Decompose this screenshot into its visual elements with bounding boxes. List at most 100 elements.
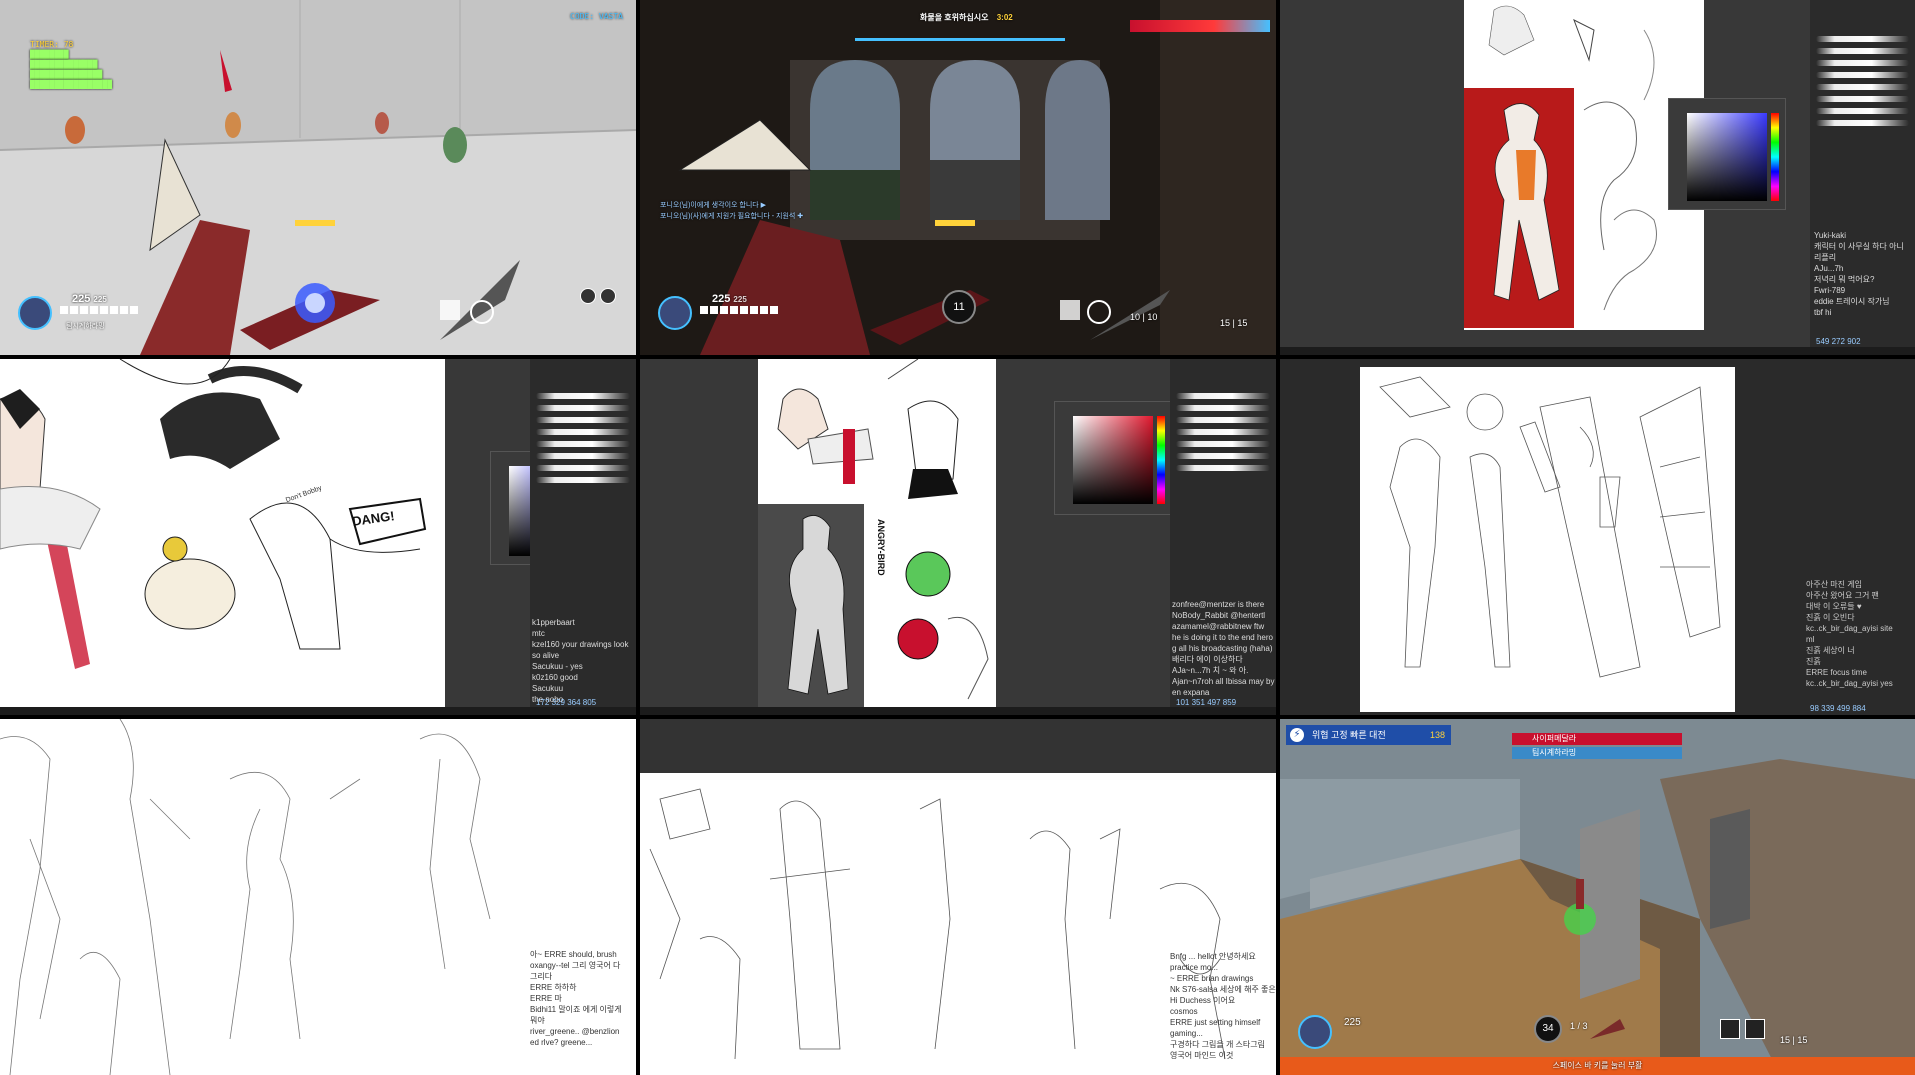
chat-line: 구경하다 그림을 개 스타그림	[1170, 1040, 1265, 1049]
mode-label: 위협 고정 빠른 대전	[1312, 730, 1386, 740]
ability-icon	[1087, 300, 1111, 324]
brush-stroke[interactable]	[536, 453, 630, 459]
brush-stroke[interactable]	[1816, 60, 1909, 66]
brush-stroke[interactable]	[1176, 417, 1270, 423]
chat-line: ERRE 하하하	[530, 983, 577, 992]
brush-stroke[interactable]	[1176, 405, 1270, 411]
chat-line: 아~ ERRE should, brush	[530, 950, 617, 959]
chat-line: 진흙 이 오빈다	[1806, 613, 1855, 622]
tile-character-sketches: Bnfg ... hellot 안녕하세요 practice mo... ~ E…	[640, 719, 1276, 1075]
color-field[interactable]	[1687, 113, 1767, 201]
count-value: 101	[1176, 698, 1190, 707]
team-score-bar	[1130, 20, 1270, 32]
chat-line: ed rlve? greene...	[530, 1038, 593, 1047]
count-value: 339	[1821, 704, 1835, 713]
bolt-icon: ⚡	[1290, 728, 1304, 742]
brush-stroke[interactable]	[536, 465, 630, 471]
chat-line: ~ ERRE brian drawings	[1170, 974, 1254, 983]
health-readout: 225 225	[72, 293, 107, 305]
chat-line: AJa~n...7h 치 ~ 와 아.	[1172, 666, 1249, 675]
status-bar	[0, 707, 636, 715]
brush-stroke[interactable]	[536, 429, 630, 435]
brush-panel: k1pperbaart mtc kzel160 your drawings lo…	[530, 359, 636, 707]
health-readout: 225 225	[712, 293, 747, 305]
count-value: 98	[1810, 704, 1819, 713]
chat-line: k1pperbaart	[532, 618, 575, 627]
viewer-counts: 98 339 499 884	[1810, 703, 1866, 714]
health-value: 225	[712, 293, 731, 305]
hue-slider[interactable]	[1771, 113, 1779, 201]
viewer-counts: 549 272 902	[1816, 336, 1861, 347]
tile-game-spectate: 위협 고정 빠른 대전 138 ⚡ 사이퍼메달라 팀시계하라밍 225 34 1…	[1280, 719, 1915, 1075]
chat-line: zonfree@mentzer is there	[1172, 600, 1265, 609]
hero-portrait	[1298, 1015, 1332, 1049]
hero-portrait	[18, 296, 52, 330]
count-value: 499	[1836, 704, 1851, 713]
color-picker-panel[interactable]	[1668, 98, 1786, 210]
spectate-scene	[1280, 719, 1915, 1075]
canvas: ANGRY-BIRD	[758, 359, 996, 707]
brush-stroke[interactable]	[1816, 36, 1909, 42]
brush-stroke[interactable]	[1816, 84, 1909, 90]
team-red-bar: 사이퍼메달라	[1512, 733, 1682, 745]
health-bar	[700, 306, 780, 314]
count-value: 351	[1191, 698, 1205, 707]
brush-stroke[interactable]	[536, 393, 630, 399]
stream-multiview-grid: TIMER: 78 ████████ ██████████████ ██████…	[0, 0, 1915, 1075]
brush-stroke[interactable]	[1816, 120, 1909, 126]
stream-chat: k1pperbaart mtc kzel160 your drawings lo…	[532, 617, 636, 705]
chat-line: NoBody_Rabbit @hentertl	[1172, 611, 1266, 620]
brush-stroke[interactable]	[1816, 108, 1909, 114]
brush-stroke[interactable]	[1176, 393, 1270, 399]
chat-line: Hi Duchess 이어요	[1170, 996, 1236, 1005]
brush-stroke[interactable]	[536, 441, 630, 447]
chat-line: 아주산 왔어요 그거 팬	[1806, 591, 1879, 600]
health-max: 225	[733, 295, 747, 304]
hue-slider[interactable]	[1157, 416, 1165, 504]
team-blue-bar: 팀시계하라밍	[1512, 747, 1682, 759]
count-value: 902	[1847, 337, 1861, 346]
tile-figure-sketches: 아~ ERRE should, brush oxangy--tel 그리 영국어…	[0, 719, 636, 1075]
chat-line: 뭐야	[530, 1016, 545, 1025]
brush-stroke[interactable]	[1816, 72, 1909, 78]
match-timer: 3:02	[996, 13, 1013, 22]
brush-panel: zonfree@mentzer is there NoBody_Rabbit @…	[1170, 359, 1276, 707]
ability-icon	[440, 300, 460, 320]
brush-stroke[interactable]	[1176, 453, 1270, 459]
chat-line: oxangy--tel 그리 영국어 다	[530, 961, 621, 970]
brush-stroke[interactable]	[1816, 48, 1909, 54]
health-value: 225	[72, 293, 91, 305]
stream-chat: zonfree@mentzer is there NoBody_Rabbit @…	[1172, 599, 1276, 698]
code-label: CODE: VASTA	[570, 12, 623, 21]
brush-stroke[interactable]	[1816, 96, 1909, 102]
chat-line: kc..ck_bir_dag_ayisi yes	[1806, 679, 1893, 688]
color-picker-panel[interactable]	[1054, 401, 1174, 515]
chat-line: ERRE focus time	[1806, 668, 1867, 677]
tile-art-app-red-picker: ANGRY-BIRD zonfree@mentzer is there NoBo…	[640, 359, 1276, 715]
ammo-counter: 15 | 15	[1220, 318, 1248, 328]
brush-stroke[interactable]	[536, 477, 630, 483]
hero-portrait	[658, 296, 692, 330]
ability-icon	[1720, 1019, 1740, 1039]
chat-line: 저녁리 뭐 먹어요?	[1814, 275, 1875, 284]
chat-line: gaming...	[1170, 1029, 1203, 1038]
brush-stroke[interactable]	[1176, 441, 1270, 447]
color-field[interactable]	[1073, 416, 1153, 504]
sketch-vertical-text: ANGRY-BIRD	[876, 519, 886, 576]
ability-icon	[1060, 300, 1080, 320]
ability-icon	[600, 288, 616, 304]
chat-line: ml	[1806, 635, 1815, 644]
chat-line: 그리다	[530, 972, 553, 981]
tile-art-app-colorpicker: Yuki-kaki 캐릭터 이 사무실 하다 아니 리플리 AJu...7h 저…	[1280, 0, 1915, 355]
chat-line: so alive	[532, 651, 560, 660]
ammo-counter: 10 | 10	[1130, 312, 1158, 322]
stream-chat: 아주산 마진 게임 아주산 왔어요 그거 팬 대박 이 오류들 ♥ 진흙 이 오…	[1806, 579, 1914, 689]
chat-line: river_greene.. @benzlion	[530, 1027, 620, 1036]
chat-line: Ajan~n7roh all Ibissa may by	[1172, 677, 1275, 686]
training-stats: TIMER: 78 ████████ ██████████████ ██████…	[30, 40, 112, 89]
chat-line: azamamel@rabbitnew ftw	[1172, 622, 1265, 631]
brush-stroke[interactable]	[1176, 465, 1270, 471]
brush-stroke[interactable]	[536, 417, 630, 423]
brush-stroke[interactable]	[536, 405, 630, 411]
brush-stroke[interactable]	[1176, 429, 1270, 435]
